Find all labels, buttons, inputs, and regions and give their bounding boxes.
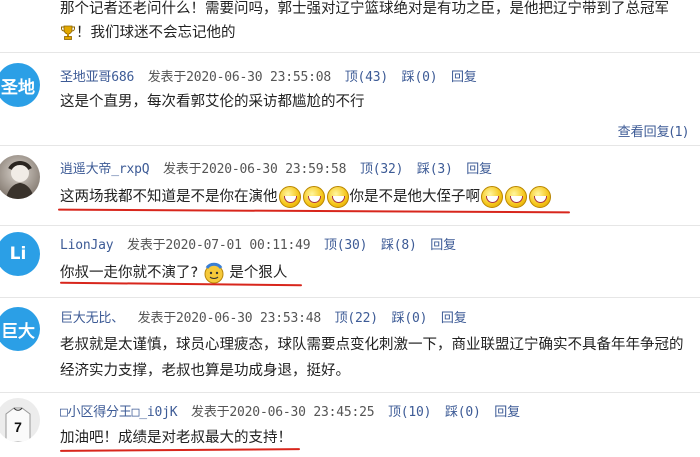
reply-button[interactable]: 回复 (466, 162, 492, 177)
comment-text: 这是个直男，每次看郭艾伦的采访都尴尬的不行 (60, 94, 365, 110)
comment-text-segment: 你叔一走你就不演了? (60, 265, 199, 281)
view-replies-link[interactable]: 查看回复(1) (618, 121, 688, 140)
laughing-emoji-icon (278, 186, 301, 208)
upvote-button[interactable]: 顶(43) (345, 70, 389, 85)
comment-text: 那个记者还老问什么！需要问吗，郭士强对辽宁篮球绝对是有功之臣，是他把辽宁带到了总… (60, 0, 669, 22)
comment-meta: □小区得分王□_i0jK 发表于2020-06-30 23:45:25 顶(10… (60, 401, 520, 420)
avatar-portrait-icon (6, 161, 34, 199)
downvote-button[interactable]: 踩(0) (392, 311, 428, 326)
avatar[interactable]: 圣地 (0, 63, 40, 107)
trophy-icon (61, 25, 75, 40)
comment-text-segment: 这两场我都不知道是不是你在演他 (60, 189, 278, 205)
comment-meta: 巨大无比、 发表于2020-06-30 23:53:48 顶(22) 踩(0) … (60, 307, 467, 326)
downvote-button[interactable]: 踩(3) (417, 162, 453, 177)
comment-text-segment: 是个狠人 (229, 265, 288, 281)
comment-text-segment: 你是不是他大侄子啊 (349, 189, 481, 205)
username-link[interactable]: 圣地亚哥686 (60, 70, 134, 85)
divider (0, 297, 700, 298)
avatar-text: 巨大 (1, 321, 35, 342)
post-time: 发表于2020-06-30 23:59:58 (162, 162, 347, 177)
comment-meta: 圣地亚哥686 发表于2020-06-30 23:55:08 顶(43) 踩(0… (60, 66, 477, 85)
comment-meta: LionJay 发表于2020-07-01 00:11:49 顶(30) 踩(8… (60, 234, 456, 253)
avatar[interactable] (0, 155, 40, 199)
avatar-text: 圣地 (1, 77, 35, 98)
svg-text:7: 7 (14, 419, 22, 435)
username-link[interactable]: 巨大无比、 (60, 311, 124, 326)
comment-text-line: 那个记者还老问什么！需要问吗，郭士强对辽宁篮球绝对是有功之臣，是他把辽宁带到了总… (60, 1, 669, 17)
downvote-button[interactable]: 踩(8) (381, 238, 417, 253)
avatar[interactable]: 巨大 (0, 307, 40, 351)
upvote-button[interactable]: 顶(30) (324, 238, 368, 253)
reply-button[interactable]: 回复 (494, 405, 520, 420)
reply-button[interactable]: 回复 (441, 311, 467, 326)
divider (0, 392, 700, 393)
crying-laugh-emoji-icon (204, 262, 224, 284)
reply-button[interactable]: 回复 (430, 238, 456, 253)
divider (0, 52, 700, 53)
downvote-button[interactable]: 踩(0) (445, 405, 481, 420)
upvote-button[interactable]: 顶(10) (388, 405, 432, 420)
comment-text: ！我们球迷不会忘记他的 (60, 20, 236, 46)
downvote-button[interactable]: 踩(0) (402, 70, 438, 85)
divider (0, 145, 700, 146)
laughing-emoji-icon (481, 186, 503, 208)
laughing-emoji-icon (326, 186, 349, 208)
reply-button[interactable]: 回复 (451, 70, 477, 85)
username-link[interactable]: 逍遥大帝_rxpQ (60, 162, 150, 177)
red-underline-mark (59, 448, 301, 452)
avatar[interactable]: Li (0, 232, 40, 276)
post-time: 发表于2020-06-30 23:53:48 (137, 311, 322, 326)
avatar[interactable]: 7 (0, 398, 40, 442)
post-time: 发表于2020-06-30 23:45:25 (191, 405, 375, 420)
avatar-text: Li (9, 244, 27, 264)
comment-text: 这两场我都不知道是不是你在演他 你是不是他大侄子啊 (60, 184, 552, 210)
comment-meta: 逍遥大帝_rxpQ 发表于2020-06-30 23:59:58 顶(32) 踩… (60, 158, 492, 177)
laughing-emoji-icon (302, 186, 325, 208)
laughing-emoji-icon (505, 186, 527, 208)
comment-text: 老叔就是太谨慎，球员心理疲态，球队需要点变化刺激一下，商业联盟辽宁确实不具备年年… (60, 337, 684, 379)
upvote-button[interactable]: 顶(32) (360, 162, 404, 177)
post-time: 发表于2020-06-30 23:55:08 (147, 70, 332, 85)
upvote-button[interactable]: 顶(22) (335, 311, 379, 326)
username-link[interactable]: □小区得分王□_i0jK (60, 405, 178, 420)
laughing-emoji-icon (529, 186, 551, 208)
comment-text-line: ！我们球迷不会忘记他的 (76, 25, 236, 41)
jersey-avatar-icon: 7 (5, 407, 31, 442)
divider (0, 225, 700, 226)
comment-text: 加油吧！成绩是对老叔最大的支持！ (60, 430, 292, 446)
post-time: 发表于2020-07-01 00:11:49 (127, 238, 311, 253)
username-link[interactable]: LionJay (60, 238, 114, 253)
